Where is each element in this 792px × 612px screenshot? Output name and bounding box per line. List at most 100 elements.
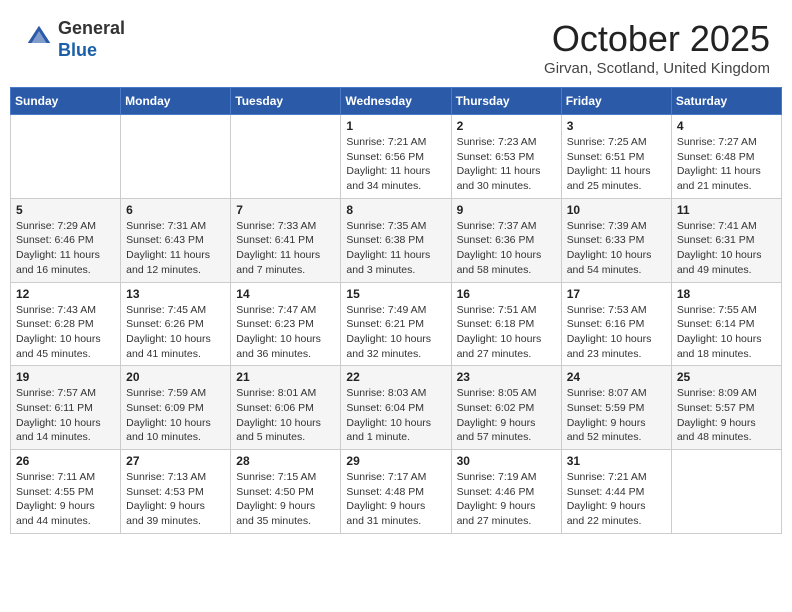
calendar-cell: 8 Sunrise: 7:35 AM Sunset: 6:38 PM Daylig… — [341, 198, 451, 282]
day-info: Sunrise: 8:01 AM Sunset: 6:06 PM Dayligh… — [236, 386, 335, 445]
day-number: 19 — [16, 370, 115, 384]
day-info: Sunrise: 7:17 AM Sunset: 4:48 PM Dayligh… — [346, 470, 445, 529]
calendar-cell: 4 Sunrise: 7:27 AM Sunset: 6:48 PM Daylig… — [671, 115, 781, 199]
calendar-cell: 5 Sunrise: 7:29 AM Sunset: 6:46 PM Daylig… — [11, 198, 121, 282]
calendar-cell: 24 Sunrise: 8:07 AM Sunset: 5:59 PM Dayli… — [561, 366, 671, 450]
title-block: October 2025 Girvan, Scotland, United Ki… — [544, 18, 770, 77]
day-info: Sunrise: 7:19 AM Sunset: 4:46 PM Dayligh… — [457, 470, 556, 529]
calendar-week-row: 12 Sunrise: 7:43 AM Sunset: 6:28 PM Dayli… — [11, 282, 782, 366]
day-number: 30 — [457, 454, 556, 468]
calendar-cell: 20 Sunrise: 7:59 AM Sunset: 6:09 PM Dayli… — [121, 366, 231, 450]
calendar-cell: 23Sunrise: 8:05 AM Sunset: 6:02 PM Dayli… — [451, 366, 561, 450]
day-info: Sunrise: 8:09 AM Sunset: 5:57 PM Dayligh… — [677, 386, 776, 445]
day-info: Sunrise: 7:35 AM Sunset: 6:38 PM Dayligh… — [346, 219, 445, 278]
day-of-week-header: Monday — [121, 88, 231, 115]
day-number: 20 — [126, 370, 225, 384]
day-number: 22 — [346, 370, 445, 384]
day-number: 24 — [567, 370, 666, 384]
day-number: 28 — [236, 454, 335, 468]
calendar-week-row: 5 Sunrise: 7:29 AM Sunset: 6:46 PM Daylig… — [11, 198, 782, 282]
day-info: Sunrise: 7:53 AM Sunset: 6:16 PM Dayligh… — [567, 303, 666, 362]
calendar-cell: 3Sunrise: 7:25 AM Sunset: 6:51 PM Daylig… — [561, 115, 671, 199]
calendar-cell — [11, 115, 121, 199]
day-info: Sunrise: 7:13 AM Sunset: 4:53 PM Dayligh… — [126, 470, 225, 529]
calendar-cell: 18 Sunrise: 7:55 AM Sunset: 6:14 PM Dayli… — [671, 282, 781, 366]
day-info: Sunrise: 7:39 AM Sunset: 6:33 PM Dayligh… — [567, 219, 666, 278]
day-info: Sunrise: 7:59 AM Sunset: 6:09 PM Dayligh… — [126, 386, 225, 445]
day-info: Sunrise: 7:55 AM Sunset: 6:14 PM Dayligh… — [677, 303, 776, 362]
calendar-cell: 10 Sunrise: 7:39 AM Sunset: 6:33 PM Dayli… — [561, 198, 671, 282]
calendar-cell: 12 Sunrise: 7:43 AM Sunset: 6:28 PM Dayli… — [11, 282, 121, 366]
logo-icon — [24, 22, 54, 52]
calendar-week-row: 1 Sunrise: 7:21 AM Sunset: 6:56 PM Daylig… — [11, 115, 782, 199]
page-header: General Blue October 2025 Girvan, Scotla… — [10, 10, 782, 81]
day-number: 2 — [457, 119, 556, 133]
day-number: 21 — [236, 370, 335, 384]
day-info: Sunrise: 7:29 AM Sunset: 6:46 PM Dayligh… — [16, 219, 115, 278]
day-of-week-header: Sunday — [11, 88, 121, 115]
calendar-cell: 9 Sunrise: 7:37 AM Sunset: 6:36 PM Daylig… — [451, 198, 561, 282]
day-info: Sunrise: 7:15 AM Sunset: 4:50 PM Dayligh… — [236, 470, 335, 529]
day-number: 1 — [346, 119, 445, 133]
day-info: Sunrise: 7:41 AM Sunset: 6:31 PM Dayligh… — [677, 219, 776, 278]
calendar-cell: 15Sunrise: 7:49 AM Sunset: 6:21 PM Dayli… — [341, 282, 451, 366]
calendar-cell: 2Sunrise: 7:23 AM Sunset: 6:53 PM Daylig… — [451, 115, 561, 199]
day-info: Sunrise: 7:21 AM Sunset: 6:56 PM Dayligh… — [346, 135, 445, 194]
calendar-cell: 26Sunrise: 7:11 AM Sunset: 4:55 PM Dayli… — [11, 450, 121, 534]
calendar-week-row: 26Sunrise: 7:11 AM Sunset: 4:55 PM Dayli… — [11, 450, 782, 534]
day-number: 3 — [567, 119, 666, 133]
day-of-week-header: Tuesday — [231, 88, 341, 115]
calendar-cell: 21 Sunrise: 8:01 AM Sunset: 6:06 PM Dayli… — [231, 366, 341, 450]
calendar-cell: 16 Sunrise: 7:51 AM Sunset: 6:18 PM Dayli… — [451, 282, 561, 366]
calendar-cell: 17Sunrise: 7:53 AM Sunset: 6:16 PM Dayli… — [561, 282, 671, 366]
day-info: Sunrise: 7:27 AM Sunset: 6:48 PM Dayligh… — [677, 135, 776, 194]
calendar-cell: 13 Sunrise: 7:45 AM Sunset: 6:26 PM Dayli… — [121, 282, 231, 366]
day-number: 7 — [236, 203, 335, 217]
day-number: 12 — [16, 287, 115, 301]
calendar-cell: 14Sunrise: 7:47 AM Sunset: 6:23 PM Dayli… — [231, 282, 341, 366]
day-info: Sunrise: 7:31 AM Sunset: 6:43 PM Dayligh… — [126, 219, 225, 278]
calendar-table: SundayMondayTuesdayWednesdayThursdayFrid… — [10, 87, 782, 534]
logo: General Blue — [22, 18, 125, 61]
calendar-week-row: 19 Sunrise: 7:57 AM Sunset: 6:11 PM Dayli… — [11, 366, 782, 450]
day-number: 5 — [16, 203, 115, 217]
calendar-cell: 11 Sunrise: 7:41 AM Sunset: 6:31 PM Dayli… — [671, 198, 781, 282]
day-number: 6 — [126, 203, 225, 217]
day-number: 13 — [126, 287, 225, 301]
calendar-cell: 28 Sunrise: 7:15 AM Sunset: 4:50 PM Dayli… — [231, 450, 341, 534]
location-text: Girvan, Scotland, United Kingdom — [544, 60, 770, 77]
day-info: Sunrise: 7:51 AM Sunset: 6:18 PM Dayligh… — [457, 303, 556, 362]
calendar-cell: 1 Sunrise: 7:21 AM Sunset: 6:56 PM Daylig… — [341, 115, 451, 199]
calendar-cell: 30 Sunrise: 7:19 AM Sunset: 4:46 PM Dayli… — [451, 450, 561, 534]
day-info: Sunrise: 7:43 AM Sunset: 6:28 PM Dayligh… — [16, 303, 115, 362]
calendar-cell: 25Sunrise: 8:09 AM Sunset: 5:57 PM Dayli… — [671, 366, 781, 450]
day-number: 14 — [236, 287, 335, 301]
day-number: 16 — [457, 287, 556, 301]
day-info: Sunrise: 8:03 AM Sunset: 6:04 PM Dayligh… — [346, 386, 445, 445]
day-info: Sunrise: 7:37 AM Sunset: 6:36 PM Dayligh… — [457, 219, 556, 278]
calendar-cell: 22 Sunrise: 8:03 AM Sunset: 6:04 PM Dayli… — [341, 366, 451, 450]
calendar-cell: 6 Sunrise: 7:31 AM Sunset: 6:43 PM Daylig… — [121, 198, 231, 282]
month-title: October 2025 — [544, 18, 770, 60]
day-number: 11 — [677, 203, 776, 217]
day-info: Sunrise: 8:05 AM Sunset: 6:02 PM Dayligh… — [457, 386, 556, 445]
day-of-week-header: Friday — [561, 88, 671, 115]
calendar-cell: 29 Sunrise: 7:17 AM Sunset: 4:48 PM Dayli… — [341, 450, 451, 534]
day-number: 9 — [457, 203, 556, 217]
day-number: 18 — [677, 287, 776, 301]
day-number: 29 — [346, 454, 445, 468]
day-number: 10 — [567, 203, 666, 217]
day-info: Sunrise: 7:45 AM Sunset: 6:26 PM Dayligh… — [126, 303, 225, 362]
day-info: Sunrise: 8:07 AM Sunset: 5:59 PM Dayligh… — [567, 386, 666, 445]
day-number: 15 — [346, 287, 445, 301]
day-number: 27 — [126, 454, 225, 468]
day-info: Sunrise: 7:21 AM Sunset: 4:44 PM Dayligh… — [567, 470, 666, 529]
day-number: 4 — [677, 119, 776, 133]
logo-general-text: General — [58, 18, 125, 38]
calendar-cell — [231, 115, 341, 199]
logo-blue-text: Blue — [58, 40, 97, 60]
day-number: 8 — [346, 203, 445, 217]
day-info: Sunrise: 7:57 AM Sunset: 6:11 PM Dayligh… — [16, 386, 115, 445]
day-info: Sunrise: 7:11 AM Sunset: 4:55 PM Dayligh… — [16, 470, 115, 529]
calendar-cell: 19 Sunrise: 7:57 AM Sunset: 6:11 PM Dayli… — [11, 366, 121, 450]
